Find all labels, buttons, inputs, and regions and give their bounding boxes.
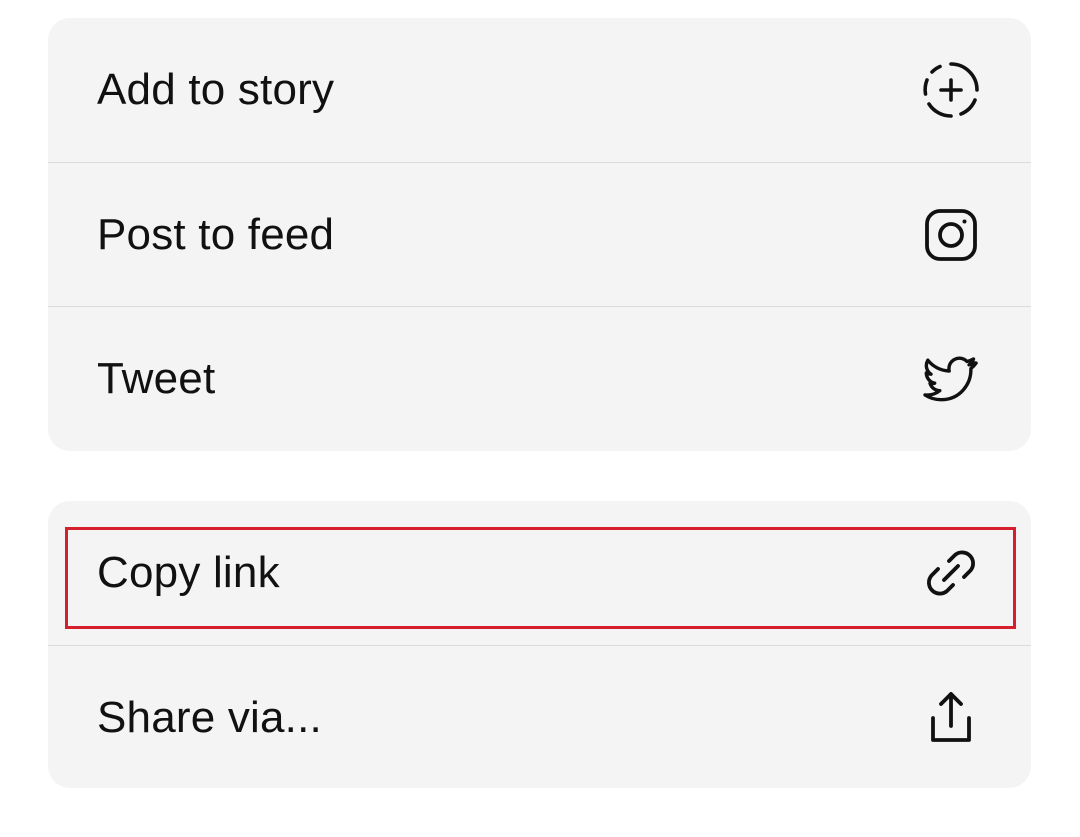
copy-link-item[interactable]: Copy link	[48, 501, 1031, 645]
share-icon	[919, 686, 983, 750]
tweet-item[interactable]: Tweet	[48, 306, 1031, 450]
twitter-icon	[919, 347, 983, 411]
add-to-story-label: Add to story	[97, 65, 335, 114]
post-to-feed-item[interactable]: Post to feed	[48, 162, 1031, 306]
link-share-group: Copy link Share via...	[48, 501, 1031, 788]
share-via-label: Share via...	[97, 692, 322, 742]
share-via-item[interactable]: Share via...	[48, 645, 1031, 788]
tweet-label: Tweet	[97, 353, 216, 403]
social-share-group: Add to story Post to feed Tweet	[48, 18, 1031, 451]
link-icon	[919, 541, 983, 605]
add-story-icon	[919, 58, 983, 122]
instagram-icon	[919, 203, 983, 267]
post-to-feed-label: Post to feed	[97, 209, 335, 259]
copy-link-label: Copy link	[97, 548, 280, 597]
add-to-story-item[interactable]: Add to story	[48, 18, 1031, 162]
